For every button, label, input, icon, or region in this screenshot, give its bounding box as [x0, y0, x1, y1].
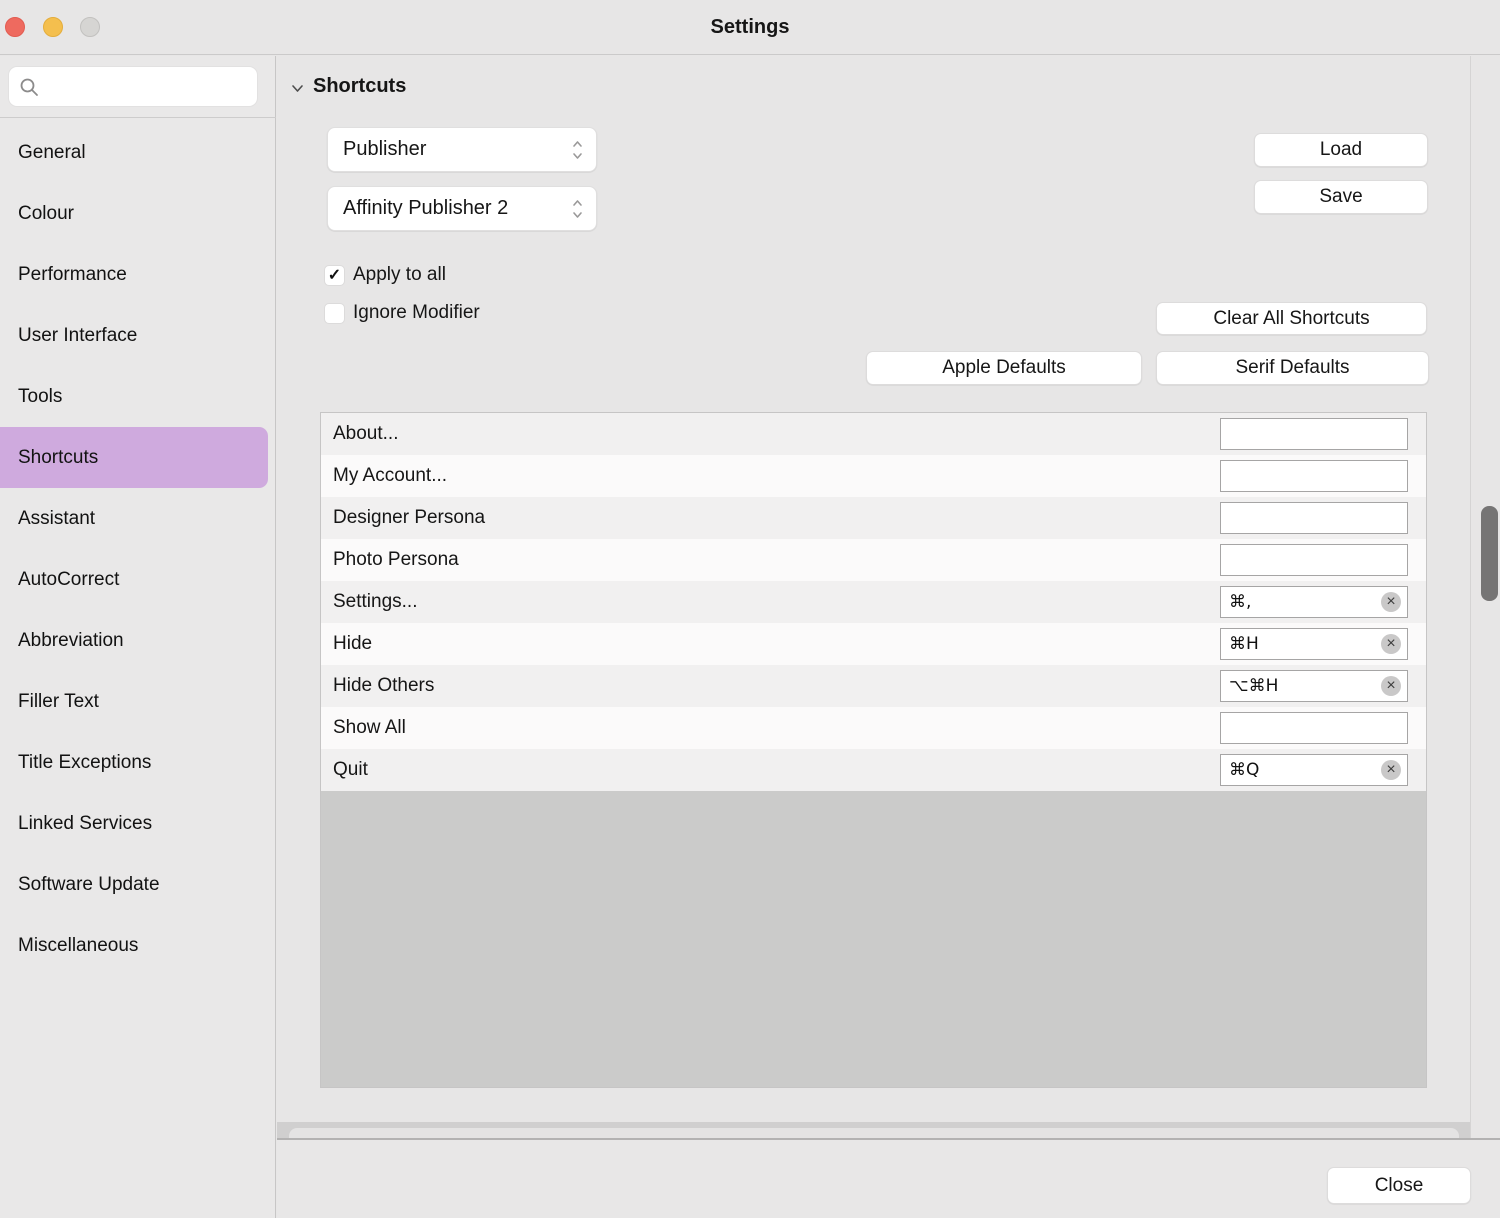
scrollbar-thumb[interactable]	[1481, 506, 1498, 601]
apply-to-all-label: Apply to all	[353, 264, 446, 285]
sidebar-item-label: Shortcuts	[18, 446, 99, 468]
sidebar-item-label: Filler Text	[18, 690, 99, 712]
sidebar-item-label: General	[18, 141, 86, 163]
command-label: Quit	[333, 759, 368, 780]
clear-all-shortcuts-button[interactable]: Clear All Shortcuts	[1156, 302, 1427, 335]
footer-bar: Close	[277, 1140, 1500, 1218]
sidebar-item-assistant[interactable]: Assistant	[0, 488, 276, 549]
shortcut-input[interactable]	[1220, 712, 1408, 744]
ignore-modifier-checkbox[interactable]: ✓	[324, 302, 345, 324]
sidebar-nav: General Colour Performance User Interface To…	[0, 122, 276, 976]
keyboard-set-dropdown-value: Affinity Publisher 2	[343, 197, 509, 219]
command-label: Designer Persona	[333, 507, 486, 528]
stepper-arrows-icon	[573, 199, 582, 218]
sidebar-item-shortcuts[interactable]: Shortcuts	[0, 427, 268, 488]
sidebar-item-tools[interactable]: Tools	[0, 366, 276, 427]
sidebar-item-label: Miscellaneous	[18, 934, 139, 956]
shortcut-input[interactable]: ⌘H ×	[1220, 628, 1408, 660]
shortcuts-table: About... My Account... Designer Persona Pho…	[320, 412, 1427, 1088]
shortcut-row[interactable]: My Account...	[321, 455, 1426, 497]
command-label: Hide	[333, 633, 373, 654]
keyboard-set-dropdown[interactable]: Affinity Publisher 2	[327, 186, 597, 231]
shortcut-input[interactable]	[1220, 544, 1408, 576]
shortcut-row[interactable]: Quit ⌘Q ×	[321, 749, 1426, 791]
sidebar-item-linked-services[interactable]: Linked Services	[0, 793, 276, 854]
shortcut-input[interactable]	[1220, 418, 1408, 450]
shortcut-keys: ⌘Q	[1229, 760, 1260, 780]
search-icon	[20, 78, 38, 96]
close-button[interactable]: Close	[1327, 1167, 1471, 1204]
sidebar-item-performance[interactable]: Performance	[0, 244, 276, 305]
main-panel: Shortcuts Publisher Affinity Publisher 2…	[277, 56, 1470, 1122]
shortcut-row[interactable]: Hide ⌘H ×	[321, 623, 1426, 665]
app-family-dropdown-value: Publisher	[343, 138, 427, 160]
shortcut-row[interactable]: About...	[321, 413, 1426, 455]
title-bar: Settings	[0, 0, 1500, 55]
apple-defaults-button[interactable]: Apple Defaults	[866, 351, 1142, 385]
sidebar-item-filler-text[interactable]: Filler Text	[0, 671, 276, 732]
clear-shortcut-icon[interactable]: ×	[1381, 760, 1401, 780]
clear-shortcut-icon[interactable]: ×	[1381, 676, 1401, 696]
shortcut-keys: ⌘,	[1229, 592, 1252, 612]
window-title: Settings	[710, 16, 790, 38]
sidebar-item-label: Software Update	[18, 873, 160, 895]
stepper-arrows-icon	[573, 140, 582, 159]
checkmark-icon: ✓	[327, 266, 342, 284]
section-header[interactable]: Shortcuts	[291, 75, 406, 98]
sidebar-item-title-exceptions[interactable]: Title Exceptions	[0, 732, 276, 793]
serif-defaults-button[interactable]: Serif Defaults	[1156, 351, 1429, 385]
settings-window: Settings General Colour Performance User In…	[0, 0, 1500, 1218]
command-label: Settings...	[333, 591, 418, 612]
sidebar-item-miscellaneous[interactable]: Miscellaneous	[0, 915, 276, 976]
chevron-down-icon	[292, 84, 303, 92]
sidebar-item-user-interface[interactable]: User Interface	[0, 305, 276, 366]
clear-shortcut-icon[interactable]: ×	[1381, 592, 1401, 612]
sidebar-item-colour[interactable]: Colour	[0, 183, 276, 244]
next-section-edge	[289, 1128, 1459, 1138]
command-label: Hide Others	[333, 675, 435, 696]
command-label: My Account...	[333, 465, 448, 486]
shortcut-row[interactable]: Hide Others ⌥⌘H ×	[321, 665, 1426, 707]
search-input[interactable]	[8, 66, 258, 107]
sidebar-item-abbreviation[interactable]: Abbreviation	[0, 610, 276, 671]
shortcut-input[interactable]	[1220, 460, 1408, 492]
sidebar-item-label: Performance	[18, 263, 127, 285]
sidebar-item-label: Abbreviation	[18, 629, 124, 651]
ignore-modifier-row: ✓ Ignore Modifier	[324, 302, 480, 324]
sidebar-item-label: AutoCorrect	[18, 568, 120, 590]
shortcut-row[interactable]: Designer Persona	[321, 497, 1426, 539]
sidebar-item-label: Title Exceptions	[18, 751, 152, 773]
sidebar-item-general[interactable]: General	[0, 122, 276, 183]
shortcut-input[interactable]: ⌘, ×	[1220, 586, 1408, 618]
save-button[interactable]: Save	[1254, 180, 1428, 214]
sidebar-item-label: Colour	[18, 202, 74, 224]
shortcut-keys: ⌥⌘H	[1229, 676, 1279, 696]
clear-shortcut-icon[interactable]: ×	[1381, 634, 1401, 654]
sidebar-divider	[0, 117, 276, 118]
scrollbar-track[interactable]	[1470, 56, 1500, 1138]
sidebar-item-label: Linked Services	[18, 812, 153, 834]
sidebar: General Colour Performance User Interface To…	[0, 56, 276, 1218]
command-label: About...	[333, 423, 399, 444]
section-title: Shortcuts	[313, 75, 407, 97]
command-label: Show All	[333, 717, 406, 738]
command-label: Photo Persona	[333, 549, 459, 570]
shortcut-input[interactable]: ⌥⌘H ×	[1220, 670, 1408, 702]
sidebar-item-software-update[interactable]: Software Update	[0, 854, 276, 915]
apply-to-all-checkbox[interactable]: ✓	[324, 264, 345, 286]
sidebar-item-autocorrect[interactable]: AutoCorrect	[0, 549, 276, 610]
load-button[interactable]: Load	[1254, 133, 1428, 167]
shortcut-row[interactable]: Show All	[321, 707, 1426, 749]
shortcut-input[interactable]	[1220, 502, 1408, 534]
shortcut-row[interactable]: Settings... ⌘, ×	[321, 581, 1426, 623]
sidebar-item-label: Tools	[18, 385, 63, 407]
apply-to-all-row: ✓ Apply to all	[324, 264, 446, 286]
shortcut-row[interactable]: Photo Persona	[321, 539, 1426, 581]
ignore-modifier-label: Ignore Modifier	[353, 302, 480, 323]
sidebar-item-label: Assistant	[18, 507, 96, 529]
sidebar-item-label: User Interface	[18, 324, 138, 346]
shortcut-keys: ⌘H	[1229, 634, 1259, 654]
shortcut-input[interactable]: ⌘Q ×	[1220, 754, 1408, 786]
app-family-dropdown[interactable]: Publisher	[327, 127, 597, 172]
